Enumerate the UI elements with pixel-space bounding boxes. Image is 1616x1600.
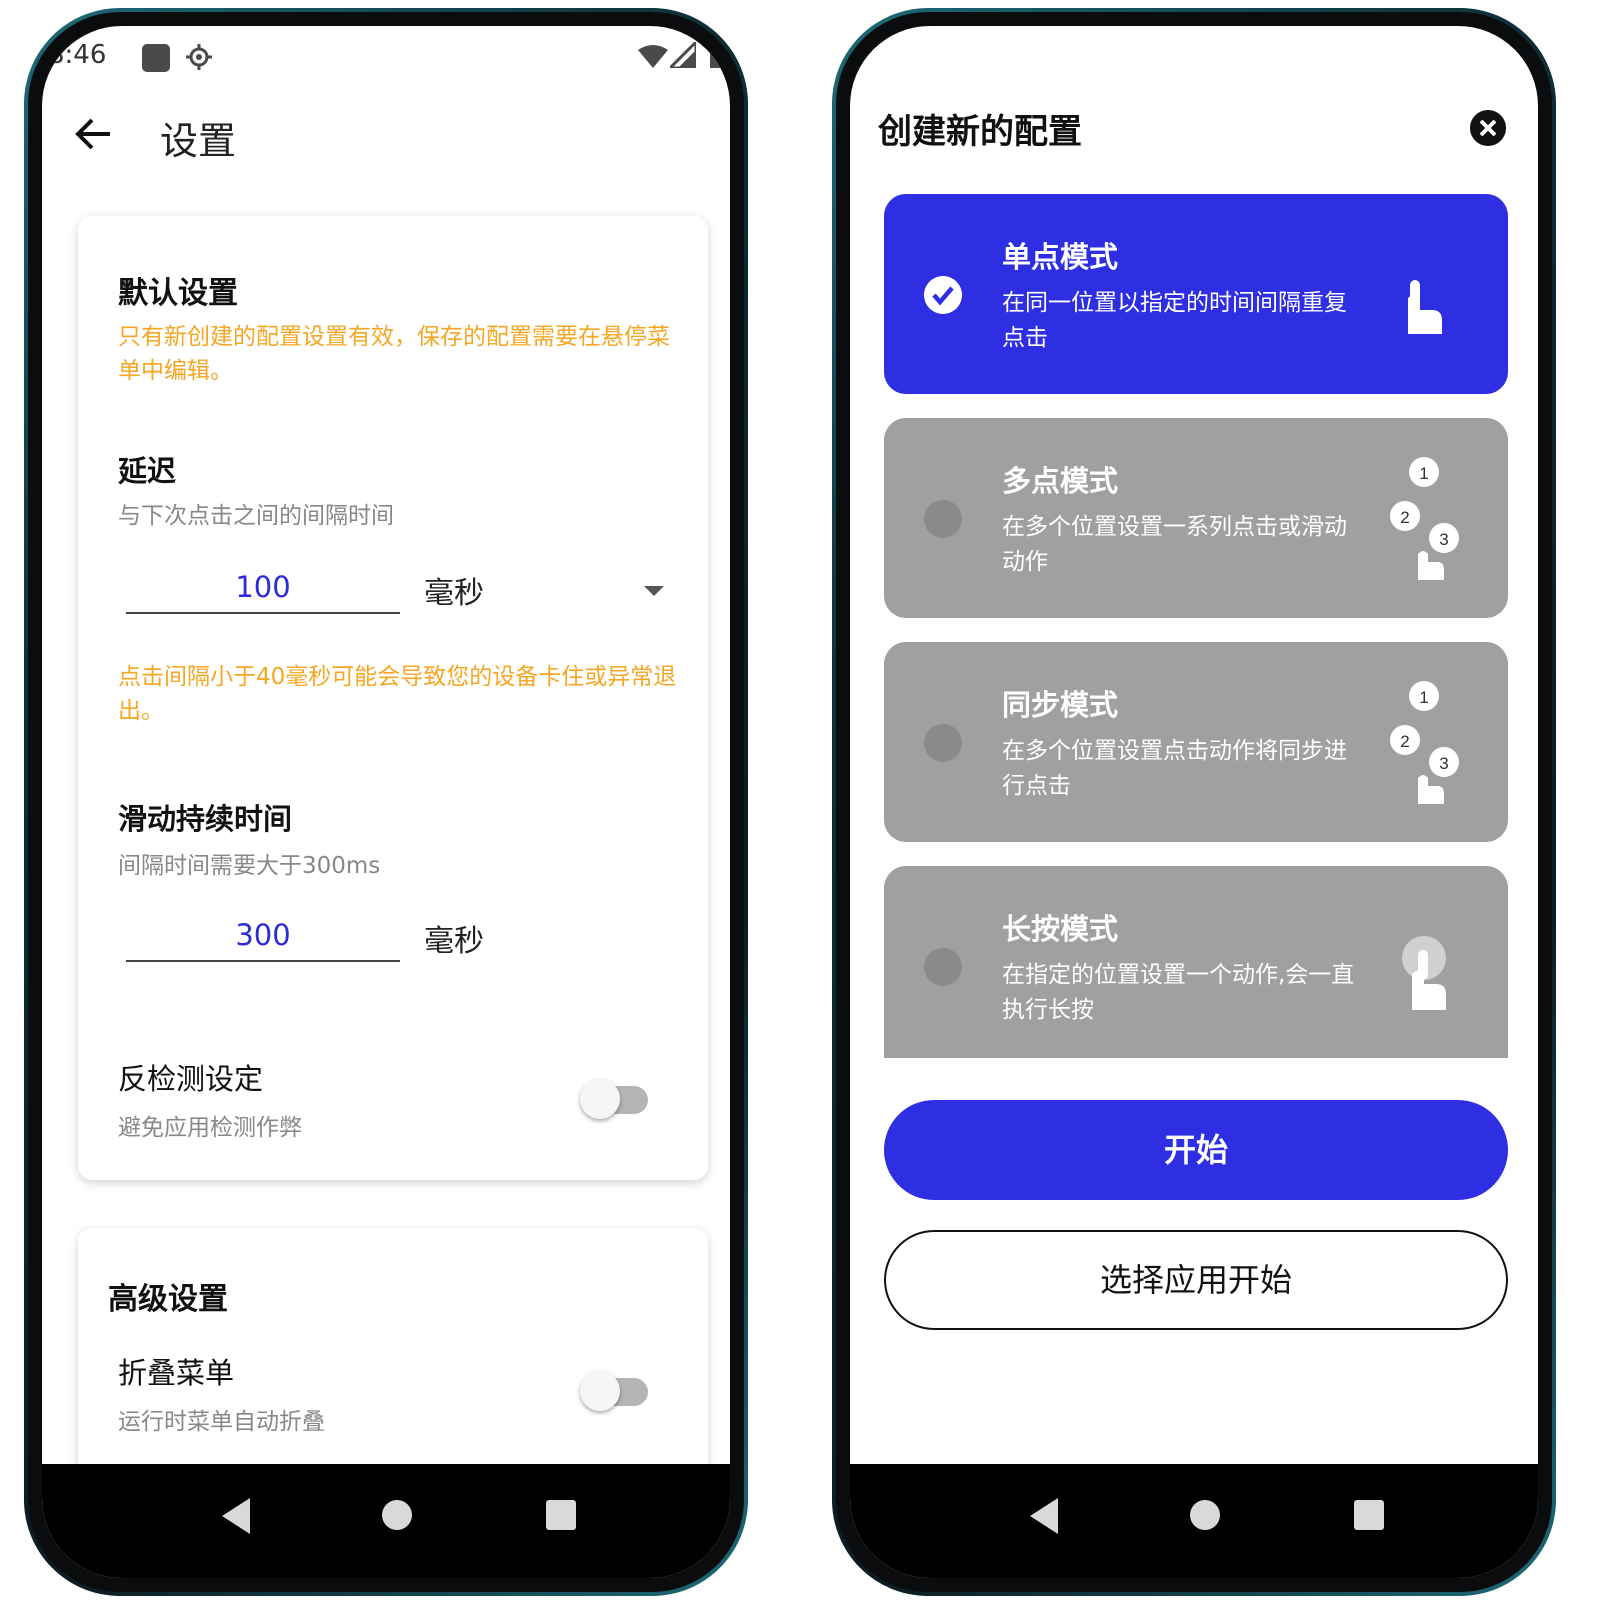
mode-description: 在多个位置设置点击动作将同步进行点击 (1002, 738, 1347, 799)
mode-card-single-tap[interactable]: 单点模式 在同一位置以指定的时间间隔重复点击 (884, 194, 1508, 394)
mode-title: 单点模式 (1002, 240, 1119, 274)
swipe-duration-label: 滑动持续时间 (118, 802, 293, 836)
step-number: 2 (1400, 732, 1409, 751)
mode-card-multi-tap[interactable]: 多点模式 在多个位置设置一系列点击或滑动动作 1 2 3 (884, 418, 1508, 618)
step-number: 2 (1400, 508, 1409, 527)
anti-detect-toggle[interactable] (580, 1078, 648, 1122)
anti-detect-label: 反检测设定 (118, 1062, 264, 1096)
radio-button (924, 500, 962, 538)
back-arrow-icon[interactable] (72, 112, 116, 156)
nav-recent-icon[interactable] (546, 1500, 576, 1530)
collapse-menu-label: 折叠菜单 (118, 1356, 235, 1390)
toggle-knob (580, 1371, 620, 1411)
mode-title: 长按模式 (1002, 912, 1119, 946)
gps-icon (186, 44, 212, 70)
radio-button (924, 724, 962, 762)
mode-card-long-press[interactable]: 长按模式 在指定的位置设置一个动作,会一直执行长按 (884, 866, 1508, 1058)
collapse-menu-toggle[interactable] (580, 1370, 648, 1414)
notification-icon (142, 44, 170, 72)
page-title: 设置 (160, 119, 237, 163)
advanced-settings-title: 高级设置 (108, 1282, 228, 1317)
start-button[interactable]: 开始 (884, 1100, 1508, 1200)
mode-title: 多点模式 (1002, 464, 1119, 498)
wifi-icon (638, 45, 668, 68)
mode-description: 在指定的位置设置一个动作,会一直执行长按 (1002, 962, 1355, 1023)
mode-description: 在同一位置以指定的时间间隔重复点击 (1002, 290, 1347, 351)
status-time: 8:46 (48, 40, 107, 70)
check-icon (924, 276, 962, 314)
nav-recent-icon[interactable] (1354, 1500, 1384, 1530)
collapse-menu-description: 运行时菜单自动折叠 (118, 1409, 325, 1435)
step-number: 3 (1439, 754, 1448, 773)
choose-app-start-button[interactable]: 选择应用开始 (884, 1230, 1508, 1330)
create-config-screen: 创建新的配置 单点模式 在同一位置以指定的时间间隔重复点击 多点模式 在多个位置… (850, 26, 1538, 1578)
battery-icon (710, 42, 724, 68)
swipe-duration-unit: 毫秒 (424, 924, 484, 959)
tap-icon (1408, 280, 1442, 334)
step-number: 1 (1419, 464, 1428, 483)
default-settings-card: 默认设置 只有新创建的配置设置有效，保存的配置需要在悬停菜单中编辑。 延迟 与下… (78, 216, 708, 1180)
swipe-duration-description: 间隔时间需要大于300ms (118, 853, 381, 879)
mode-card-sync-tap[interactable]: 同步模式 在多个位置设置点击动作将同步进行点击 1 2 3 (884, 642, 1508, 842)
status-bar: 8:46 (42, 26, 730, 90)
dialog-title: 创建新的配置 (878, 112, 1082, 152)
advanced-settings-card: 高级设置 折叠菜单 运行时菜单自动折叠 (78, 1228, 708, 1488)
delay-input[interactable]: 100 (126, 562, 400, 614)
toggle-knob (580, 1079, 620, 1119)
close-icon[interactable] (1470, 110, 1506, 146)
long-press-icon (1402, 936, 1446, 1010)
mode-title: 同步模式 (1002, 688, 1119, 722)
navigation-bar (42, 1464, 730, 1578)
delay-unit-select[interactable]: 毫秒 (424, 568, 484, 612)
settings-screen: 8:46 设置 默认设置 只有新创建的配置设置有效，保存的配置需要在悬停菜单中编… (42, 26, 730, 1578)
default-settings-note: 只有新创建的配置设置有效，保存的配置需要在悬停菜单中编辑。 (118, 324, 670, 384)
anti-detect-description: 避免应用检测作弊 (118, 1115, 302, 1141)
swipe-duration-input[interactable]: 300 (126, 910, 400, 962)
mode-description: 在多个位置设置一系列点击或滑动动作 (1002, 514, 1347, 575)
delay-warning: 点击间隔小于40毫秒可能会导致您的设备卡住或异常退出。 (118, 664, 677, 724)
nav-back-icon[interactable] (222, 1498, 250, 1534)
step-number: 1 (1419, 688, 1428, 707)
signal-icon (670, 42, 696, 68)
delay-label: 延迟 (118, 454, 177, 488)
nav-home-icon[interactable] (1190, 1500, 1220, 1530)
sync-tap-icon: 1 2 3 (1390, 681, 1459, 804)
delay-description: 与下次点击之间的间隔时间 (118, 503, 394, 529)
chevron-down-icon[interactable] (644, 586, 664, 596)
phone-frame-create: 创建新的配置 单点模式 在同一位置以指定的时间间隔重复点击 多点模式 在多个位置… (832, 8, 1556, 1596)
nav-home-icon[interactable] (382, 1500, 412, 1530)
nav-back-icon[interactable] (1030, 1498, 1058, 1534)
multi-tap-icon: 1 2 3 (1390, 457, 1459, 580)
phone-frame-settings: 8:46 设置 默认设置 只有新创建的配置设置有效，保存的配置需要在悬停菜单中编… (24, 8, 748, 1596)
radio-button (924, 948, 962, 986)
step-number: 3 (1439, 530, 1448, 549)
default-settings-title: 默认设置 (118, 276, 238, 311)
navigation-bar (850, 1464, 1538, 1578)
